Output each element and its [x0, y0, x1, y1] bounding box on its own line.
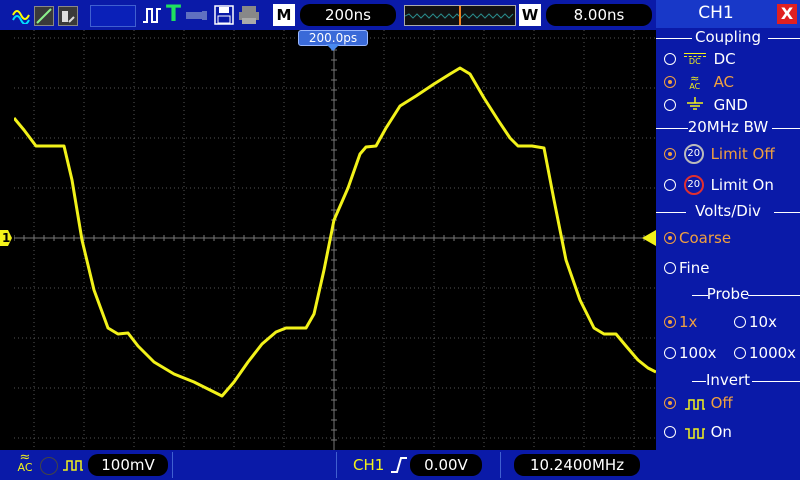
divider [500, 452, 501, 478]
trigger-channel-label: CH1 [353, 456, 385, 474]
radio-icon [664, 178, 676, 191]
invert-on-option[interactable]: On [664, 423, 732, 441]
menu-title: CH1 [698, 3, 734, 23]
limit-off-label: Limit Off [710, 144, 775, 163]
radio-icon [664, 147, 676, 160]
probe-100x-label: 100x [679, 344, 717, 362]
persist-icon[interactable] [58, 6, 78, 26]
graticule [12, 29, 657, 450]
gnd-label: GND [713, 96, 748, 114]
coupling-ac-option[interactable]: ≈ AC AC [664, 73, 734, 91]
radio-icon [664, 316, 676, 328]
coarse-label: Coarse [679, 229, 732, 247]
coupling-header: Coupling [694, 28, 762, 46]
window-indicator: W [519, 4, 541, 26]
usb-icon [186, 11, 207, 20]
probe-header: Probe [706, 285, 750, 303]
fine-label: Fine [679, 259, 710, 277]
trigger-position-arrow [326, 44, 340, 51]
probe-1000x-label: 1000x [749, 344, 797, 362]
bw-section[interactable]: 20MHz BW 20 Limit Off 20 Limit On [656, 118, 800, 198]
invert-section[interactable]: Invert Off On [656, 371, 800, 451]
square-wave-icon [684, 398, 705, 410]
ac-label: AC [713, 73, 735, 91]
radio-icon [664, 76, 676, 88]
timebase-readout[interactable]: 200ns [300, 4, 396, 26]
bw-20-icon: 20 [683, 175, 704, 195]
invert-icon [63, 460, 83, 471]
probe-10x-option[interactable]: 10x [734, 313, 777, 331]
fine-option[interactable]: Fine [664, 259, 709, 277]
probe-10x-label: 10x [749, 313, 777, 331]
divider [172, 452, 173, 478]
limit-on-label: Limit On [710, 175, 774, 194]
volts-div-header: Volts/Div [695, 202, 761, 220]
invert-off-option[interactable]: Off [664, 394, 733, 412]
status-box [90, 5, 136, 27]
trigger-level-marker[interactable] [642, 230, 656, 246]
ramp-icon[interactable] [34, 6, 54, 26]
radio-icon [664, 397, 676, 409]
coupling-dc-option[interactable]: DC DC [664, 50, 736, 68]
trigger-level-readout[interactable]: 0.00V [410, 454, 482, 476]
pulse-trigger-icon[interactable] [142, 6, 162, 24]
ch1-ground-marker[interactable]: 1 [0, 230, 12, 246]
ac-icon: ≈ AC [689, 71, 701, 91]
radio-icon [664, 99, 676, 111]
ch1-trace [12, 66, 657, 398]
ch1-marker-label: 1 [2, 231, 11, 245]
print-icon[interactable] [238, 5, 260, 25]
bw-header: 20MHz BW [687, 118, 769, 136]
coupling-section[interactable]: Coupling DC DC ≈ AC AC GND [656, 28, 800, 120]
rising-edge-icon[interactable] [390, 456, 408, 474]
volts-div-section[interactable]: Volts/Div Coarse Fine [656, 202, 800, 282]
coarse-option[interactable]: Coarse [664, 229, 731, 247]
invert-header: Invert [705, 371, 751, 389]
ch1-volts-readout[interactable]: 100mV [88, 454, 168, 476]
save-icon[interactable] [214, 5, 234, 25]
dc-icon: DC [683, 53, 706, 66]
invert-off-label: Off [710, 394, 733, 412]
mode-indicator: M [273, 4, 295, 26]
radio-icon [664, 262, 676, 274]
frequency-readout: 10.2400MHz [514, 454, 640, 476]
probe-1x-option[interactable]: 1x [664, 313, 697, 331]
radio-icon [664, 53, 676, 65]
dc-label: DC [713, 50, 736, 68]
ground-icon [684, 96, 706, 115]
bw-20-icon: 20 [683, 144, 704, 164]
probe-100x-option[interactable]: 100x [664, 344, 717, 362]
coupling-gnd-option[interactable]: GND [664, 96, 748, 115]
radio-icon [664, 426, 676, 438]
radio-icon [734, 347, 746, 359]
radio-icon [734, 316, 746, 328]
probe-1x-label: 1x [679, 313, 698, 331]
ac-coupling-icon: ≈ AC [17, 450, 33, 474]
window-timebase-readout[interactable]: 8.00ns [546, 4, 652, 26]
invert-on-label: On [710, 423, 732, 441]
radio-icon [664, 232, 676, 244]
probe-1000x-option[interactable]: 1000x [734, 344, 796, 362]
divider [336, 452, 337, 478]
ch1-menu: CH1 X Coupling DC DC ≈ AC AC GND 20MHz BW [656, 0, 800, 480]
wave-mode-icon[interactable] [12, 6, 32, 24]
bw-limit-icon [40, 457, 58, 475]
waveform-overview[interactable] [404, 5, 516, 26]
radio-icon [664, 347, 676, 359]
bw-limit-off-option[interactable]: 20 Limit Off [664, 144, 775, 164]
top-toolbar: T M 200ns W 8.00ns [0, 0, 656, 30]
close-button[interactable]: X [777, 4, 797, 24]
bw-limit-on-option[interactable]: 20 Limit On [664, 175, 774, 195]
inverted-wave-icon [684, 427, 705, 439]
waveform-display[interactable] [12, 29, 657, 450]
trigger-status-icon: T [166, 2, 182, 27]
probe-section[interactable]: Probe 1x 10x 100x 1000x [656, 285, 800, 369]
bottom-status-bar: ≈ AC 100mV CH1 0.00V 10.2400MHz [0, 450, 656, 480]
